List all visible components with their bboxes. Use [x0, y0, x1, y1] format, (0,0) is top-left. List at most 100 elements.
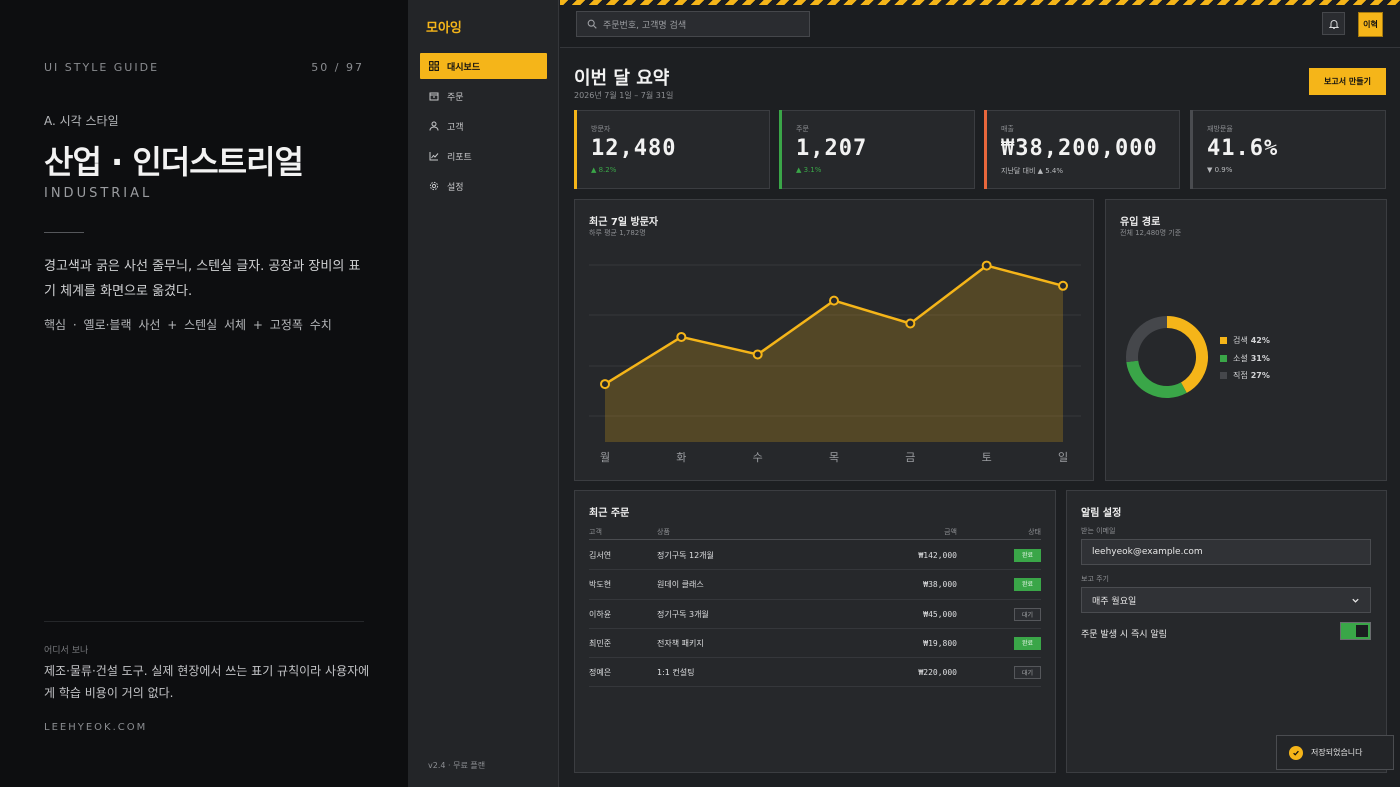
cell-customer: 이하윤: [589, 609, 612, 619]
cell-product: 전자책 패키지: [657, 638, 704, 648]
column-header-customer: 고객: [589, 528, 602, 536]
table-row[interactable]: 최민준 전자책 패키지 ₩19,800 완료: [589, 629, 1041, 659]
site-link[interactable]: LEEHYEOK.COM: [44, 722, 147, 733]
kpi-value: ₩38,200,000: [1001, 136, 1158, 161]
guide-subtitle: INDUSTRIAL: [44, 186, 153, 201]
legend-swatch: [1220, 354, 1227, 362]
kpi-card-revenue: 매출 ₩38,200,000 지난달 대비 ▲ 5.4%: [984, 110, 1180, 189]
sidebar: 모아잉 대시보드 주문 고객 리포트 설정 v2.4 · 무료 플랜: [408, 0, 559, 787]
sidebar-item-settings[interactable]: 설정: [420, 173, 547, 199]
email-value: leehyeok@example.com: [1092, 547, 1203, 557]
table-row[interactable]: 정예은 1:1 컨설팅 ₩220,000 대기: [589, 658, 1041, 688]
kpi-label: 재방문율: [1207, 125, 1233, 133]
sidebar-item-label: 대시보드: [447, 62, 481, 73]
search-placeholder: 주문번호, 고객명 검색: [603, 20, 687, 31]
sidebar-item-orders[interactable]: 주문: [420, 83, 547, 109]
create-report-button[interactable]: 보고서 만들기: [1309, 68, 1386, 95]
data-point: [600, 379, 610, 390]
guide-description: 경고색과 굵은 사선 줄무늬, 스텐실 글자. 공장과 장비의 표기 체계를 화…: [44, 259, 361, 299]
status-badge: 완료: [1014, 549, 1041, 562]
visitors-chart-card: 최근 7일 방문자 하루 평균 1,782명 월화수목금토일: [574, 199, 1094, 481]
kpi-label: 매출: [1001, 125, 1014, 133]
orders-table-header: 고객 상품 금액 상태: [589, 526, 1041, 540]
orders-table-body: 김서연 정기구독 12개월 ₩142,000 완료 박도현 원데이 클래스 ₩3…: [589, 541, 1041, 688]
kpi-value: 1,207: [796, 136, 868, 161]
sidebar-item-label: 고객: [447, 122, 464, 133]
data-point: [981, 260, 992, 271]
legend-item: 소셜 31%: [1220, 350, 1270, 368]
cell-product: 1:1 컨설팅: [657, 668, 695, 678]
notification-button[interactable]: [1322, 12, 1345, 35]
x-tick-label: 수: [753, 451, 763, 464]
cell-amount: ₩45,000: [923, 609, 957, 619]
card-title: 알림 설정: [1081, 508, 1122, 519]
report-period-select[interactable]: 매주 월요일: [1081, 587, 1371, 613]
cell-amount: ₩142,000: [918, 551, 957, 560]
email-label: 받는 이메일: [1081, 527, 1116, 535]
legend-item: 검색 42%: [1220, 332, 1270, 350]
status-badge: 대기: [1014, 666, 1041, 680]
legend-percent: 27%: [1250, 371, 1270, 381]
kpi-delta: 지난달 대비 ▲ 5.4%: [1001, 167, 1064, 175]
table-row[interactable]: 박도현 원데이 클래스 ₩38,000 완료: [589, 570, 1041, 600]
email-field[interactable]: leehyeok@example.com: [1081, 539, 1371, 565]
card-title: 최근 주문: [589, 508, 630, 519]
instant-alert-label: 주문 발생 시 즉시 알림: [1081, 630, 1167, 640]
legend-label: 직접: [1233, 371, 1248, 381]
search-input[interactable]: 주문번호, 고객명 검색: [576, 11, 810, 37]
cell-amount: ₩19,800: [923, 638, 957, 648]
toggle-knob: [1356, 625, 1368, 637]
chevron-down-icon: [1352, 598, 1359, 603]
legend-item: 직접 27%: [1220, 367, 1270, 385]
area-fill: [605, 265, 1063, 442]
legend-label: 검색: [1233, 336, 1248, 346]
page-counter: 50 / 97: [311, 61, 364, 74]
where-text: 제조·물류·건설 도구. 실제 현장에서 쓰는 표기 규칙이라 사용자에게 학습…: [44, 664, 370, 700]
legend-swatch: [1220, 337, 1227, 345]
kpi-delta: ▲ 3.1%: [796, 166, 822, 174]
kpi-card-return-rate: 재방문율 41.6% ▼ 0.9%: [1190, 110, 1386, 189]
user-icon: [429, 121, 439, 131]
cell-amount: ₩220,000: [918, 668, 957, 678]
status-badge: 대기: [1014, 607, 1041, 621]
check-icon: [1289, 745, 1303, 760]
cell-status: 대기: [989, 600, 1041, 629]
gear-icon: [429, 181, 439, 191]
donut-slice: [1126, 316, 1168, 363]
cell-customer: 정예은: [589, 668, 612, 678]
date-range: 2026년 7월 1일 – 7월 31일: [574, 91, 674, 100]
hazard-stripe: [560, 0, 1400, 5]
table-row[interactable]: 김서연 정기구독 12개월 ₩142,000 완료: [589, 541, 1041, 571]
cell-amount: ₩38,000: [923, 580, 957, 590]
visitors-line-chart: 월화수목금토일: [589, 260, 1081, 464]
cell-customer: 김서연: [589, 551, 612, 560]
section-label: A. 시각 스타일: [44, 114, 119, 128]
x-tick-label: 화: [676, 451, 686, 464]
data-point: [676, 331, 687, 342]
cell-status: 완료: [989, 629, 1041, 658]
alert-settings-card: 알림 설정 받는 이메일 leehyeok@example.com 보고 주기 …: [1066, 490, 1387, 773]
recent-orders-card: 최근 주문 고객 상품 금액 상태 김서연 정기구독 12개월 ₩142,000…: [574, 490, 1056, 773]
sidebar-item-dashboard[interactable]: 대시보드: [420, 53, 547, 79]
x-tick-label: 목: [829, 451, 839, 464]
cell-product: 원데이 클래스: [657, 580, 704, 590]
box-icon: [429, 92, 439, 101]
table-row[interactable]: 이하윤 정기구독 3개월 ₩45,000 대기: [589, 600, 1041, 629]
column-header-product: 상품: [657, 528, 670, 536]
period-label: 보고 주기: [1081, 575, 1109, 583]
top-bar: 주문번호, 고객명 검색 이혁: [560, 0, 1400, 48]
instant-alert-toggle[interactable]: [1340, 622, 1371, 640]
cell-product: 정기구독 3개월: [657, 609, 709, 619]
brand-logo[interactable]: 모아잉: [426, 17, 462, 36]
kpi-value: 41.6%: [1207, 136, 1279, 161]
legend-percent: 31%: [1250, 353, 1270, 363]
kpi-accent-bar: [1190, 110, 1193, 189]
avatar[interactable]: 이혁: [1358, 12, 1383, 37]
column-header-status: 상태: [1028, 528, 1041, 536]
kpi-label: 주문: [796, 125, 809, 133]
x-tick-label: 월: [600, 451, 610, 464]
sidebar-item-customers[interactable]: 고객: [420, 113, 547, 139]
sidebar-item-reports[interactable]: 리포트: [420, 143, 547, 169]
card-title: 유입 경로: [1120, 217, 1161, 228]
main-content: 이번 달 요약 2026년 7월 1일 – 7월 31일 보고서 만들기 방문자…: [560, 49, 1400, 787]
